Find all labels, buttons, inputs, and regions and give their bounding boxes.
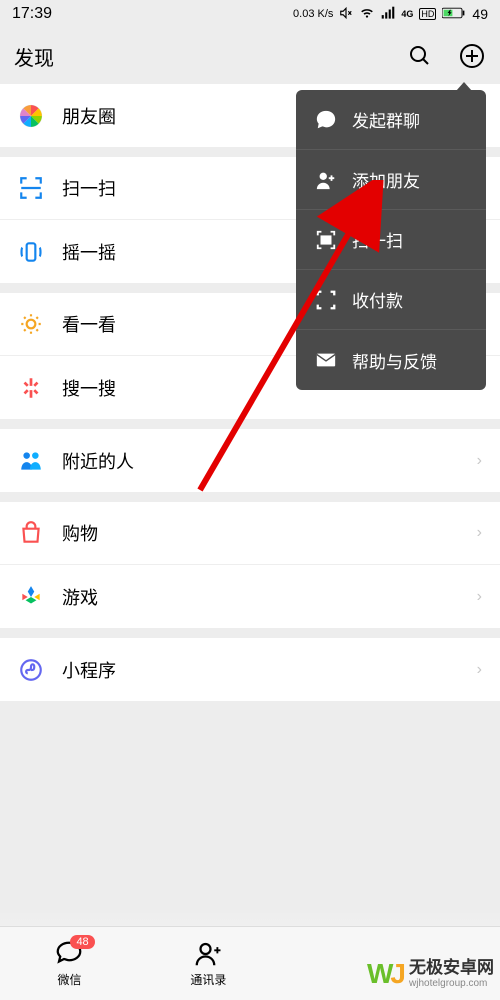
list-label: 游戏	[62, 584, 477, 610]
mute-icon	[339, 6, 353, 23]
nav-wechat[interactable]: 48 微信	[0, 927, 139, 1000]
chevron-right-icon: ›	[477, 524, 482, 542]
popup-label: 添加朋友	[352, 167, 420, 192]
add-person-icon	[314, 168, 338, 192]
moments-icon	[18, 103, 44, 129]
look-icon	[18, 311, 44, 337]
list-label: 附近的人	[62, 448, 477, 474]
contacts-icon	[193, 939, 223, 969]
scan-icon	[18, 175, 44, 201]
search-button[interactable]	[406, 42, 434, 70]
list-label: 小程序	[62, 657, 477, 683]
chat-bubble-icon	[314, 108, 338, 132]
unread-badge: 48	[70, 935, 94, 949]
chat-icon: 48	[54, 939, 84, 969]
status-bar: 17:39 0.03 K/s 4G HD 49	[0, 0, 500, 28]
games-icon	[18, 584, 44, 610]
signal-icon	[381, 6, 395, 23]
net-4g-icon: 4G	[401, 9, 413, 19]
network-speed: 0.03 K/s	[293, 8, 333, 20]
nearby-icon	[18, 448, 44, 474]
chevron-right-icon: ›	[477, 452, 482, 470]
list-item-miniprogram[interactable]: 小程序›	[0, 638, 500, 701]
list-item-shopping[interactable]: 购物›	[0, 502, 500, 565]
battery-level: 49	[472, 6, 488, 22]
popup-item-help[interactable]: 帮助与反馈	[296, 330, 486, 390]
plus-button[interactable]	[458, 42, 486, 70]
payment-icon	[314, 288, 338, 312]
chevron-right-icon: ›	[477, 588, 482, 606]
wifi-icon	[359, 6, 375, 23]
battery-icon	[442, 6, 466, 23]
popup-item-group-chat[interactable]: 发起群聊	[296, 90, 486, 150]
popup-item-scan[interactable]: 扫一扫	[296, 210, 486, 270]
watermark: WJ 无极安卓网 wjhotelgroup.com	[367, 958, 494, 990]
popup-label: 发起群聊	[352, 107, 420, 132]
nav-contacts[interactable]: 通讯录	[139, 927, 278, 1000]
list-item-games[interactable]: 游戏›	[0, 565, 500, 628]
shopping-icon	[18, 520, 44, 546]
shake-icon	[18, 239, 44, 265]
miniprogram-icon	[18, 657, 44, 683]
plus-popup-menu: 发起群聊 添加朋友 扫一扫 收付款 帮助与反馈	[296, 90, 486, 390]
popup-label: 收付款	[352, 287, 403, 312]
search-sou-icon	[18, 375, 44, 401]
nav-label: 微信	[57, 971, 81, 988]
list-label: 购物	[62, 520, 477, 546]
page-title: 发现	[14, 42, 54, 71]
chevron-right-icon: ›	[477, 661, 482, 679]
status-time: 17:39	[12, 5, 52, 23]
scan-icon	[314, 228, 338, 252]
nav-label: 通讯录	[190, 971, 226, 988]
popup-item-payment[interactable]: 收付款	[296, 270, 486, 330]
popup-item-add-friend[interactable]: 添加朋友	[296, 150, 486, 210]
mail-icon	[314, 348, 338, 372]
watermark-logo: WJ	[367, 958, 403, 990]
status-icons: 0.03 K/s 4G HD 49	[293, 6, 488, 23]
watermark-en: wjhotelgroup.com	[409, 978, 494, 989]
list-item-nearby[interactable]: 附近的人›	[0, 429, 500, 492]
hd-icon: HD	[419, 8, 436, 20]
popup-label: 扫一扫	[352, 227, 403, 252]
watermark-cn: 无极安卓网	[409, 959, 494, 978]
popup-label: 帮助与反馈	[352, 348, 437, 373]
header: 发现	[0, 28, 500, 84]
